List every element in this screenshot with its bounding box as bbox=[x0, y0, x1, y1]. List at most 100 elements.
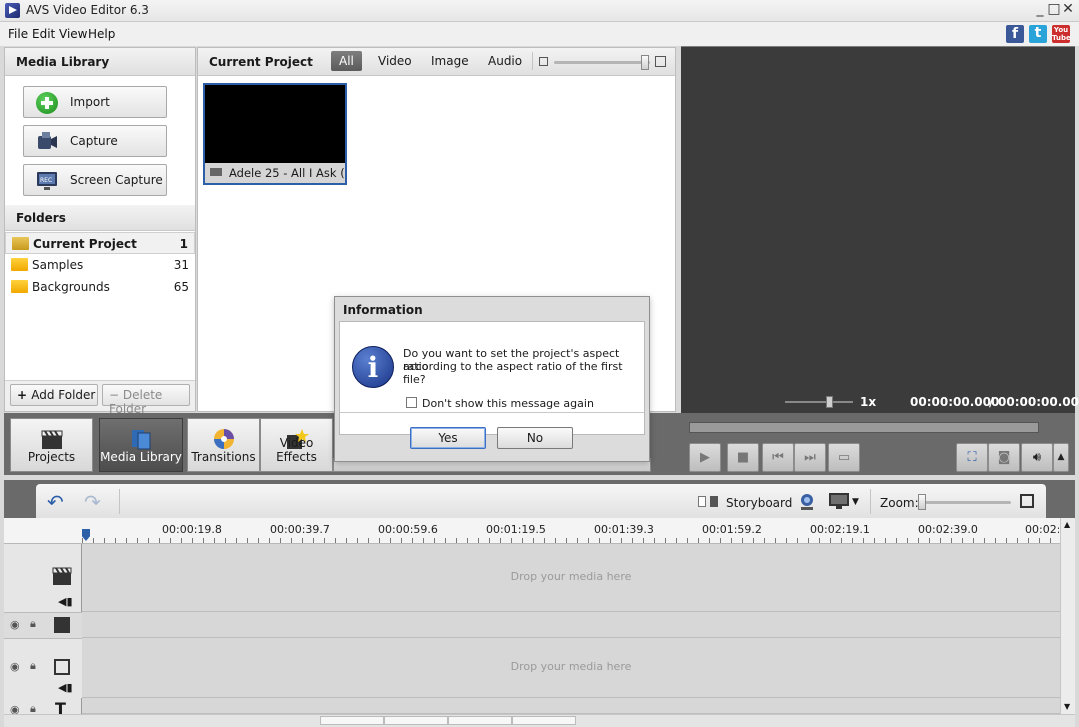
eye-icon[interactable]: ◉ bbox=[10, 660, 20, 673]
horizontal-scrollbar[interactable] bbox=[4, 714, 1075, 727]
storyboard-label[interactable]: Storyboard bbox=[726, 496, 792, 510]
fit-timeline-icon[interactable] bbox=[1020, 494, 1034, 508]
ruler-tick-label: 00:00:39.7 bbox=[270, 523, 330, 536]
capture-button[interactable]: Capture bbox=[23, 125, 167, 157]
playback-progress-bar[interactable] bbox=[689, 422, 1039, 433]
play-icon: ▶ bbox=[700, 450, 710, 465]
add-folder-label: Add Folder bbox=[31, 388, 96, 402]
slider-handle[interactable] bbox=[641, 55, 649, 70]
video-preview bbox=[681, 46, 1075, 391]
storyboard-toggle[interactable] bbox=[698, 496, 720, 508]
menu-file[interactable]: File bbox=[8, 27, 28, 41]
folder-current-project[interactable]: Current Project 1 bbox=[5, 232, 195, 254]
redo-icon[interactable]: ↷ bbox=[84, 490, 101, 514]
folder-name: Backgrounds bbox=[32, 280, 110, 294]
tab-media-library-label: Media Library bbox=[100, 450, 182, 464]
menu-view[interactable]: View bbox=[59, 27, 87, 41]
information-dialog: Information i Do you want to set the pro… bbox=[334, 296, 650, 462]
previous-frame-button[interactable]: ⏮ bbox=[762, 443, 794, 472]
maximize-button[interactable]: □ bbox=[1047, 1, 1061, 17]
clip-name: Adele 25 - All I Ask (... bbox=[229, 166, 345, 180]
triangle-up-icon: ▲ bbox=[1057, 452, 1065, 462]
snapshot-button[interactable]: ◙ bbox=[988, 443, 1020, 472]
stop-button[interactable]: ■ bbox=[727, 443, 759, 472]
import-button[interactable]: Import bbox=[23, 86, 167, 118]
filter-image[interactable]: Image bbox=[423, 51, 477, 71]
scroll-up-icon[interactable]: ▲ bbox=[1064, 520, 1070, 529]
filter-audio[interactable]: Audio bbox=[480, 51, 530, 71]
speaker-icon[interactable]: ◀▮ bbox=[58, 681, 73, 694]
trim-button[interactable]: ▭ bbox=[828, 443, 860, 472]
dont-show-label[interactable]: Don't show this message again bbox=[422, 397, 594, 410]
vertical-scrollbar[interactable]: ▲ ▼ bbox=[1060, 518, 1075, 718]
effects-track-icon bbox=[54, 617, 70, 633]
filter-video[interactable]: Video bbox=[370, 51, 420, 71]
large-thumb-icon[interactable] bbox=[655, 56, 666, 67]
folder-count: 65 bbox=[173, 280, 189, 294]
folder-backgrounds[interactable]: Backgrounds 65 bbox=[5, 276, 195, 298]
filter-all[interactable]: All bbox=[331, 51, 362, 71]
text-track[interactable] bbox=[82, 698, 1060, 714]
folder-samples[interactable]: Samples 31 bbox=[5, 254, 195, 276]
lock-icon[interactable]: 🔒︎ bbox=[30, 659, 36, 673]
lock-icon[interactable]: 🔒︎ bbox=[30, 617, 36, 631]
next-frame-button[interactable]: ⏭ bbox=[794, 443, 826, 472]
zoom-label: Zoom: bbox=[880, 496, 919, 510]
ruler-tick-label: 00:00:19.8 bbox=[162, 523, 222, 536]
speed-handle[interactable] bbox=[826, 396, 833, 408]
no-button[interactable]: No bbox=[497, 427, 573, 449]
tab-media-library[interactable]: Media Library bbox=[99, 418, 183, 472]
overlay-track[interactable]: Drop your media here bbox=[82, 638, 1060, 698]
menu-edit[interactable]: Edit bbox=[32, 27, 55, 41]
overlay-track-icon bbox=[54, 659, 70, 675]
media-clip-thumbnail[interactable]: Adele 25 - All I Ask (... bbox=[203, 83, 347, 185]
scroll-thumb bbox=[384, 716, 448, 725]
effects-track[interactable] bbox=[82, 612, 1060, 638]
speaker-icon[interactable]: ◀▮ bbox=[58, 595, 73, 608]
tab-transitions[interactable]: Transitions bbox=[187, 418, 260, 472]
screen-capture-button[interactable]: REC Screen Capture bbox=[23, 164, 167, 196]
menu-bar: File Edit View Help bbox=[0, 22, 1079, 46]
dont-show-checkbox[interactable] bbox=[406, 397, 417, 408]
time-separator: / bbox=[989, 395, 994, 409]
title-bar: AVS Video Editor 6.3 _ □ ✕ bbox=[0, 0, 1079, 22]
delete-folder-button[interactable]: − Delete Folder bbox=[102, 384, 190, 416]
add-folder-button[interactable]: + Add Folder bbox=[10, 384, 98, 406]
ruler-tick-label: 00:01:39.3 bbox=[594, 523, 654, 536]
video-track[interactable]: Drop your media here bbox=[82, 544, 1060, 612]
close-button[interactable]: ✕ bbox=[1061, 1, 1075, 17]
volume-expand-button[interactable]: ▲ bbox=[1053, 443, 1069, 472]
drop-hint: Drop your media here bbox=[510, 660, 632, 673]
facebook-icon[interactable]: f bbox=[1006, 25, 1024, 43]
scroll-thumb bbox=[448, 716, 512, 725]
youtube-icon[interactable]: You Tube bbox=[1052, 25, 1071, 43]
tab-transitions-label: Transitions bbox=[191, 450, 256, 464]
small-thumb-icon[interactable] bbox=[539, 57, 548, 66]
screen-capture-label: Screen Capture bbox=[70, 173, 163, 187]
scroll-thumb[interactable] bbox=[320, 716, 384, 725]
zoom-handle[interactable] bbox=[918, 494, 926, 510]
tab-projects[interactable]: Projects bbox=[10, 418, 93, 472]
storyboard-icon-2 bbox=[710, 496, 718, 507]
folder-icon bbox=[11, 280, 28, 293]
eye-icon[interactable]: ◉ bbox=[10, 618, 20, 631]
fullscreen-button[interactable]: ⛶ bbox=[956, 443, 988, 472]
tab-video-effects[interactable]: Video Effects bbox=[260, 418, 333, 472]
play-button[interactable]: ▶ bbox=[689, 443, 721, 472]
menu-help[interactable]: Help bbox=[88, 27, 115, 41]
speed-slider[interactable] bbox=[785, 401, 853, 403]
skip-back-icon: ⏮ bbox=[772, 450, 784, 465]
voice-record-icon[interactable] bbox=[796, 491, 818, 513]
minimize-button[interactable]: _ bbox=[1033, 1, 1047, 17]
scroll-down-icon[interactable]: ▼ bbox=[1064, 702, 1070, 711]
volume-button[interactable]: 🔊︎ bbox=[1021, 443, 1053, 472]
thumbnail-size-slider[interactable] bbox=[554, 61, 650, 64]
twitter-icon[interactable]: t bbox=[1029, 25, 1047, 43]
yes-button[interactable]: Yes bbox=[410, 427, 486, 449]
zoom-slider[interactable] bbox=[918, 501, 1011, 504]
dialog-message-line-2: according to the aspect ratio of the fir… bbox=[403, 360, 623, 386]
undo-icon[interactable]: ↶ bbox=[47, 490, 64, 514]
chevron-down-icon[interactable]: ▼ bbox=[852, 497, 859, 507]
time-total: 00:00:00.000 bbox=[998, 395, 1079, 409]
monitor-icon[interactable] bbox=[828, 492, 850, 510]
